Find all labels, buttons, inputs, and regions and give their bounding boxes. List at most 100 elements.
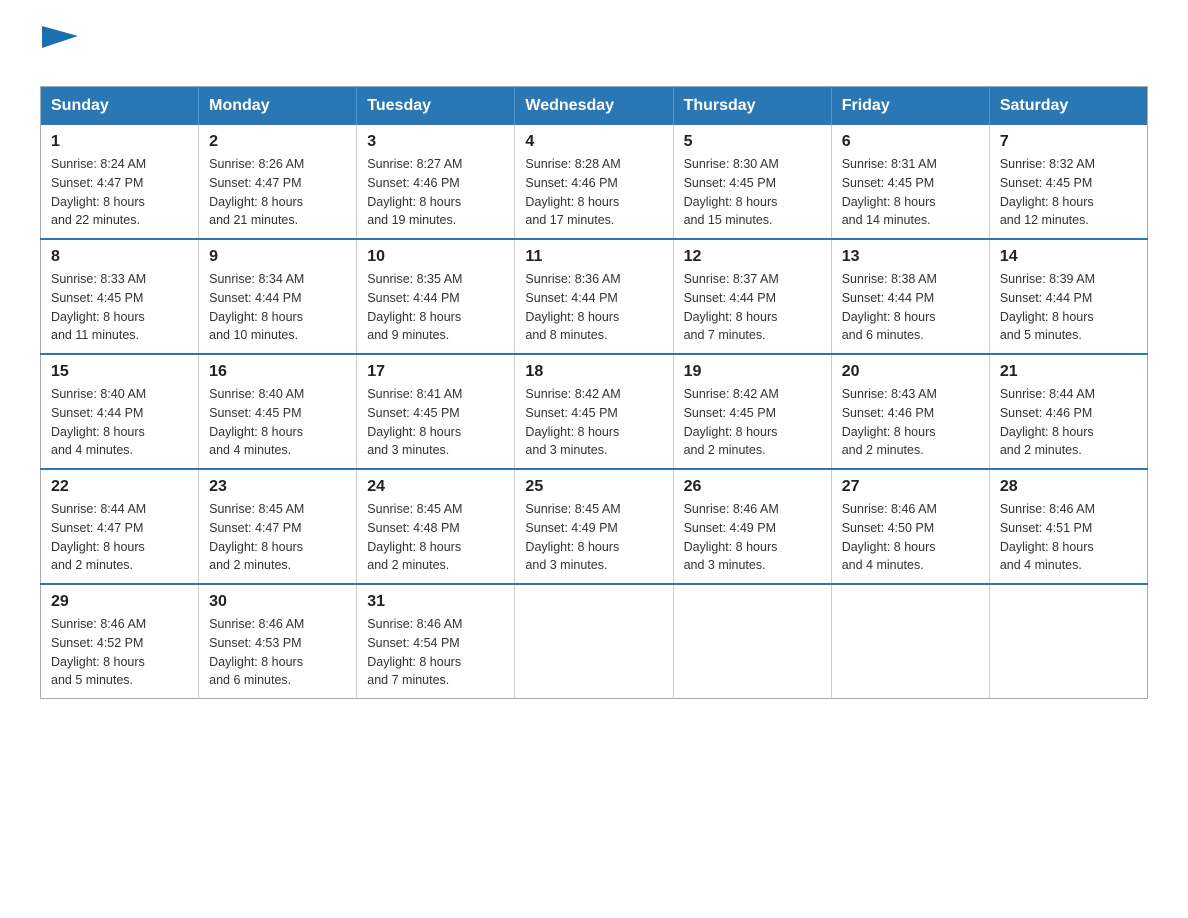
day-number: 7 — [1000, 133, 1137, 151]
calendar-week-3: 15 Sunrise: 8:40 AM Sunset: 4:44 PM Dayl… — [41, 354, 1148, 469]
day-info: Sunrise: 8:27 AM Sunset: 4:46 PM Dayligh… — [367, 155, 504, 230]
calendar-cell: 22 Sunrise: 8:44 AM Sunset: 4:47 PM Dayl… — [41, 469, 199, 584]
day-number: 18 — [525, 363, 662, 381]
calendar-cell: 15 Sunrise: 8:40 AM Sunset: 4:44 PM Dayl… — [41, 354, 199, 469]
day-number: 19 — [684, 363, 821, 381]
day-info: Sunrise: 8:44 AM Sunset: 4:46 PM Dayligh… — [1000, 385, 1137, 460]
day-number: 1 — [51, 133, 188, 151]
weekday-header-sunday: Sunday — [41, 87, 199, 126]
calendar-cell: 13 Sunrise: 8:38 AM Sunset: 4:44 PM Dayl… — [831, 239, 989, 354]
calendar-cell: 23 Sunrise: 8:45 AM Sunset: 4:47 PM Dayl… — [199, 469, 357, 584]
day-number: 14 — [1000, 248, 1137, 266]
day-number: 29 — [51, 593, 188, 611]
day-number: 25 — [525, 478, 662, 496]
day-info: Sunrise: 8:38 AM Sunset: 4:44 PM Dayligh… — [842, 270, 979, 345]
day-number: 31 — [367, 593, 504, 611]
calendar-week-5: 29 Sunrise: 8:46 AM Sunset: 4:52 PM Dayl… — [41, 584, 1148, 699]
day-info: Sunrise: 8:46 AM Sunset: 4:53 PM Dayligh… — [209, 615, 346, 690]
calendar-cell: 31 Sunrise: 8:46 AM Sunset: 4:54 PM Dayl… — [357, 584, 515, 699]
day-number: 15 — [51, 363, 188, 381]
calendar-cell: 21 Sunrise: 8:44 AM Sunset: 4:46 PM Dayl… — [989, 354, 1147, 469]
calendar-cell: 20 Sunrise: 8:43 AM Sunset: 4:46 PM Dayl… — [831, 354, 989, 469]
weekday-header-friday: Friday — [831, 87, 989, 126]
day-number: 11 — [525, 248, 662, 266]
calendar-cell: 6 Sunrise: 8:31 AM Sunset: 4:45 PM Dayli… — [831, 125, 989, 239]
day-info: Sunrise: 8:46 AM Sunset: 4:49 PM Dayligh… — [684, 500, 821, 575]
day-info: Sunrise: 8:39 AM Sunset: 4:44 PM Dayligh… — [1000, 270, 1137, 345]
calendar-cell — [831, 584, 989, 699]
calendar-cell: 10 Sunrise: 8:35 AM Sunset: 4:44 PM Dayl… — [357, 239, 515, 354]
calendar-cell: 19 Sunrise: 8:42 AM Sunset: 4:45 PM Dayl… — [673, 354, 831, 469]
calendar-table: SundayMondayTuesdayWednesdayThursdayFrid… — [40, 86, 1148, 699]
day-number: 24 — [367, 478, 504, 496]
day-number: 9 — [209, 248, 346, 266]
calendar-cell — [673, 584, 831, 699]
weekday-header-tuesday: Tuesday — [357, 87, 515, 126]
day-info: Sunrise: 8:46 AM Sunset: 4:54 PM Dayligh… — [367, 615, 504, 690]
day-info: Sunrise: 8:41 AM Sunset: 4:45 PM Dayligh… — [367, 385, 504, 460]
day-info: Sunrise: 8:45 AM Sunset: 4:49 PM Dayligh… — [525, 500, 662, 575]
day-number: 4 — [525, 133, 662, 151]
day-number: 10 — [367, 248, 504, 266]
day-number: 26 — [684, 478, 821, 496]
calendar-week-4: 22 Sunrise: 8:44 AM Sunset: 4:47 PM Dayl… — [41, 469, 1148, 584]
day-number: 17 — [367, 363, 504, 381]
calendar-week-2: 8 Sunrise: 8:33 AM Sunset: 4:45 PM Dayli… — [41, 239, 1148, 354]
calendar-cell: 7 Sunrise: 8:32 AM Sunset: 4:45 PM Dayli… — [989, 125, 1147, 239]
day-number: 8 — [51, 248, 188, 266]
day-number: 23 — [209, 478, 346, 496]
day-info: Sunrise: 8:34 AM Sunset: 4:44 PM Dayligh… — [209, 270, 346, 345]
day-info: Sunrise: 8:44 AM Sunset: 4:47 PM Dayligh… — [51, 500, 188, 575]
day-info: Sunrise: 8:46 AM Sunset: 4:50 PM Dayligh… — [842, 500, 979, 575]
day-info: Sunrise: 8:40 AM Sunset: 4:44 PM Dayligh… — [51, 385, 188, 460]
calendar-cell — [515, 584, 673, 699]
day-info: Sunrise: 8:45 AM Sunset: 4:47 PM Dayligh… — [209, 500, 346, 575]
day-number: 3 — [367, 133, 504, 151]
calendar-cell: 9 Sunrise: 8:34 AM Sunset: 4:44 PM Dayli… — [199, 239, 357, 354]
day-number: 16 — [209, 363, 346, 381]
day-info: Sunrise: 8:33 AM Sunset: 4:45 PM Dayligh… — [51, 270, 188, 345]
day-info: Sunrise: 8:40 AM Sunset: 4:45 PM Dayligh… — [209, 385, 346, 460]
calendar-cell: 1 Sunrise: 8:24 AM Sunset: 4:47 PM Dayli… — [41, 125, 199, 239]
weekday-header-monday: Monday — [199, 87, 357, 126]
calendar-cell: 11 Sunrise: 8:36 AM Sunset: 4:44 PM Dayl… — [515, 239, 673, 354]
day-number: 6 — [842, 133, 979, 151]
day-info: Sunrise: 8:36 AM Sunset: 4:44 PM Dayligh… — [525, 270, 662, 345]
day-number: 12 — [684, 248, 821, 266]
day-info: Sunrise: 8:45 AM Sunset: 4:48 PM Dayligh… — [367, 500, 504, 575]
calendar-cell: 18 Sunrise: 8:42 AM Sunset: 4:45 PM Dayl… — [515, 354, 673, 469]
day-info: Sunrise: 8:24 AM Sunset: 4:47 PM Dayligh… — [51, 155, 188, 230]
calendar-cell: 27 Sunrise: 8:46 AM Sunset: 4:50 PM Dayl… — [831, 469, 989, 584]
calendar-cell: 4 Sunrise: 8:28 AM Sunset: 4:46 PM Dayli… — [515, 125, 673, 239]
calendar-cell: 2 Sunrise: 8:26 AM Sunset: 4:47 PM Dayli… — [199, 125, 357, 239]
day-info: Sunrise: 8:32 AM Sunset: 4:45 PM Dayligh… — [1000, 155, 1137, 230]
day-info: Sunrise: 8:35 AM Sunset: 4:44 PM Dayligh… — [367, 270, 504, 345]
calendar-week-1: 1 Sunrise: 8:24 AM Sunset: 4:47 PM Dayli… — [41, 125, 1148, 239]
weekday-header-saturday: Saturday — [989, 87, 1147, 126]
day-info: Sunrise: 8:28 AM Sunset: 4:46 PM Dayligh… — [525, 155, 662, 230]
day-number: 28 — [1000, 478, 1137, 496]
day-number: 13 — [842, 248, 979, 266]
logo — [40, 30, 78, 66]
day-number: 22 — [51, 478, 188, 496]
day-number: 2 — [209, 133, 346, 151]
day-info: Sunrise: 8:31 AM Sunset: 4:45 PM Dayligh… — [842, 155, 979, 230]
day-number: 21 — [1000, 363, 1137, 381]
page-header — [40, 30, 1148, 66]
day-info: Sunrise: 8:42 AM Sunset: 4:45 PM Dayligh… — [684, 385, 821, 460]
weekday-header-wednesday: Wednesday — [515, 87, 673, 126]
weekday-header-thursday: Thursday — [673, 87, 831, 126]
calendar-cell: 16 Sunrise: 8:40 AM Sunset: 4:45 PM Dayl… — [199, 354, 357, 469]
day-info: Sunrise: 8:26 AM Sunset: 4:47 PM Dayligh… — [209, 155, 346, 230]
calendar-cell: 14 Sunrise: 8:39 AM Sunset: 4:44 PM Dayl… — [989, 239, 1147, 354]
calendar-cell: 5 Sunrise: 8:30 AM Sunset: 4:45 PM Dayli… — [673, 125, 831, 239]
logo-icon — [42, 26, 78, 62]
day-number: 30 — [209, 593, 346, 611]
calendar-cell: 12 Sunrise: 8:37 AM Sunset: 4:44 PM Dayl… — [673, 239, 831, 354]
day-info: Sunrise: 8:30 AM Sunset: 4:45 PM Dayligh… — [684, 155, 821, 230]
calendar-cell: 25 Sunrise: 8:45 AM Sunset: 4:49 PM Dayl… — [515, 469, 673, 584]
weekday-header-row: SundayMondayTuesdayWednesdayThursdayFrid… — [41, 87, 1148, 126]
day-number: 20 — [842, 363, 979, 381]
calendar-cell: 17 Sunrise: 8:41 AM Sunset: 4:45 PM Dayl… — [357, 354, 515, 469]
calendar-cell: 3 Sunrise: 8:27 AM Sunset: 4:46 PM Dayli… — [357, 125, 515, 239]
